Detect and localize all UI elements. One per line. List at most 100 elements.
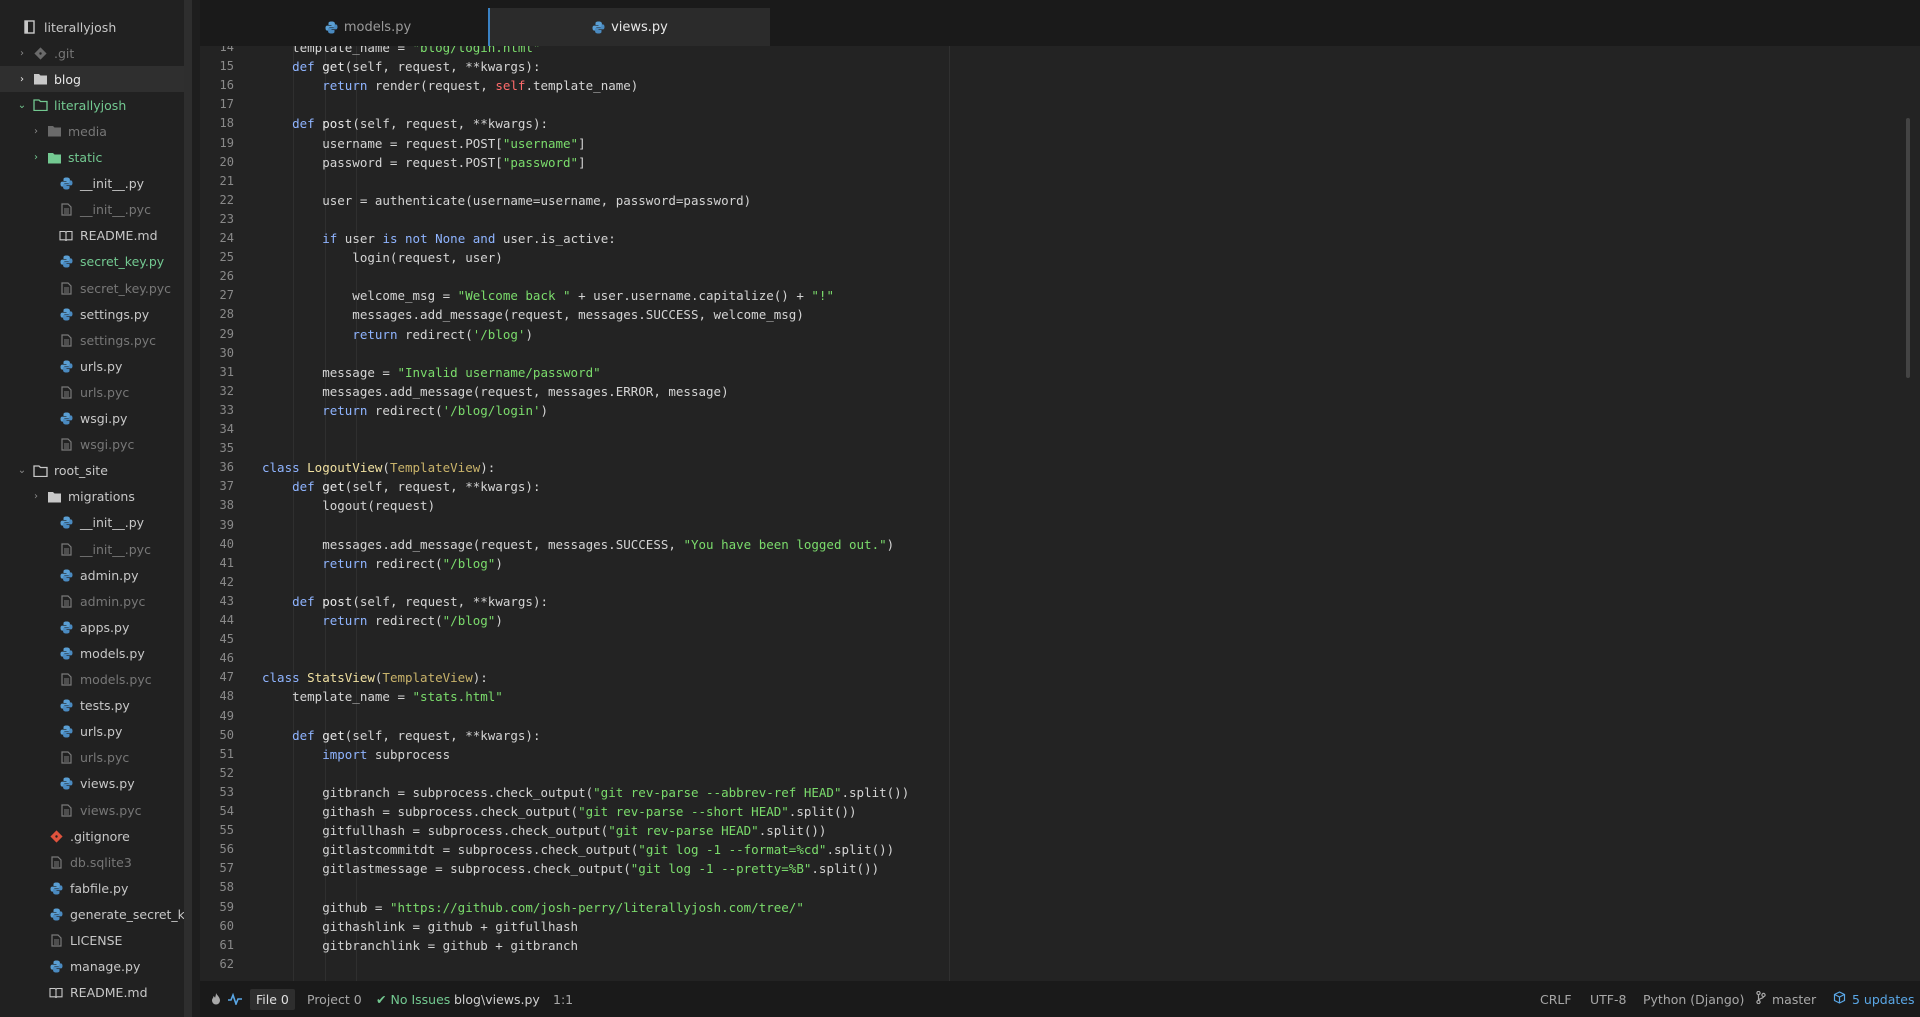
tree-item[interactable]: › .git (0, 40, 184, 66)
chevron-right-icon[interactable]: › (30, 152, 42, 163)
tree-item[interactable]: generate_secret_key.py (0, 901, 184, 927)
tree-item[interactable]: admin.py (0, 562, 184, 588)
tree-item[interactable]: secret_key.pyc (0, 275, 184, 301)
tree-item[interactable]: __init__.py (0, 171, 184, 197)
tree-item[interactable]: › blog (0, 66, 184, 93)
tree-item[interactable]: ⌄ root_site (0, 458, 184, 484)
code-token: githash = subprocess.check_output( (262, 804, 579, 819)
tab-views-py[interactable]: views.py (488, 8, 770, 46)
tree-item[interactable]: __init__.py (0, 510, 184, 536)
code-area[interactable]: template_name = "blog/login.html" def ge… (262, 46, 1862, 981)
code-line[interactable]: template_name = "stats.html" (262, 687, 503, 706)
tree-item[interactable]: › static (0, 145, 184, 171)
tree-item[interactable]: fabfile.py (0, 875, 184, 901)
tree-item[interactable]: views.py (0, 771, 184, 797)
code-line[interactable]: return redirect("/blog") (262, 611, 503, 630)
code-line[interactable]: gitbranchlink = github + gitbranch (262, 936, 578, 955)
tree-item[interactable]: urls.py (0, 719, 184, 745)
code-line[interactable]: gitlastmessage = subprocess.check_output… (262, 859, 879, 878)
tree-item[interactable]: manage.py (0, 954, 184, 980)
editor-scrollbar[interactable] (1906, 118, 1910, 378)
updates-link[interactable]: 5 updates (1833, 981, 1914, 1017)
tree-item[interactable]: __init__.pyc (0, 536, 184, 562)
tree-item[interactable]: views.pyc (0, 797, 184, 823)
code-line[interactable]: github = "https://github.com/josh-perry/… (262, 898, 804, 917)
code-line[interactable]: return redirect('/blog') (262, 325, 533, 344)
tree-item[interactable]: models.pyc (0, 667, 184, 693)
code-line[interactable]: def get(self, request, **kwargs): (262, 726, 540, 745)
tree-item[interactable]: › migrations (0, 484, 184, 510)
code-line[interactable]: def get(self, request, **kwargs): (262, 477, 540, 496)
tree-item[interactable]: urls.py (0, 353, 184, 379)
code-line[interactable]: messages.add_message(request, messages.E… (262, 382, 728, 401)
code-line[interactable]: user = authenticate(username=username, p… (262, 191, 751, 210)
no-issues-status[interactable]: ✔ No Issues (376, 981, 450, 1017)
tree-item[interactable]: admin.pyc (0, 588, 184, 614)
code-line[interactable]: if user is not None and user.is_active: (262, 229, 616, 248)
tree-item[interactable]: ⌄ literallyjosh (0, 92, 184, 118)
code-line[interactable]: import subprocess (262, 745, 450, 764)
tree-item[interactable]: apps.py (0, 614, 184, 640)
code-line[interactable]: message = "Invalid username/password" (262, 363, 600, 382)
tab-models-py[interactable]: models.py (248, 8, 488, 46)
file-issues-tab[interactable]: File 0 (250, 981, 295, 1017)
code-line[interactable]: gitfullhash = subprocess.check_output("g… (262, 821, 826, 840)
code-line[interactable]: logout(request) (262, 496, 435, 515)
cursor-position[interactable]: 1:1 (553, 981, 573, 1017)
line-ending-selector[interactable]: CRLF (1540, 981, 1572, 1017)
code-line[interactable]: def post(self, request, **kwargs): (262, 114, 548, 133)
tree-item[interactable]: urls.pyc (0, 379, 184, 405)
tree-item[interactable]: settings.pyc (0, 327, 184, 353)
tree-item[interactable]: wsgi.pyc (0, 432, 184, 458)
tree-item[interactable]: LICENSE (0, 928, 184, 954)
sidebar-scrollbar[interactable] (184, 4, 192, 1009)
code-line[interactable]: welcome_msg = "Welcome back " + user.use… (262, 286, 834, 305)
tree-item[interactable]: › media (0, 118, 184, 144)
tree-root[interactable]: literallyjosh (0, 14, 184, 40)
fire-icon[interactable] (210, 981, 222, 1017)
activity-icon[interactable] (228, 981, 242, 1017)
tree-item[interactable]: .gitignore (0, 823, 184, 849)
code-line[interactable]: def get(self, request, **kwargs): (262, 57, 540, 76)
tree-item[interactable]: db.sqlite3 (0, 849, 184, 875)
code-line[interactable]: def post(self, request, **kwargs): (262, 592, 548, 611)
code-line[interactable]: return render(request, self.template_nam… (262, 76, 638, 95)
code-line[interactable]: messages.add_message(request, messages.S… (262, 305, 804, 324)
code-line[interactable]: return redirect('/blog/login') (262, 401, 548, 420)
code-editor[interactable]: 14 15 16 17 18 19 20 21 22 23 24 25 26 27 28 29 30 31 32 33… (200, 46, 1920, 981)
code-line[interactable]: githash = subprocess.check_output("git r… (262, 802, 856, 821)
git-branch[interactable]: master (1756, 981, 1816, 1017)
code-token: return (322, 555, 375, 571)
grammar-selector[interactable]: Python (Django) (1643, 981, 1744, 1017)
chevron-right-icon[interactable]: › (16, 48, 28, 59)
code-line[interactable]: username = request.POST["username"] (262, 134, 585, 153)
code-line[interactable]: password = request.POST["password"] (262, 153, 585, 172)
chevron-right-icon[interactable]: › (30, 126, 42, 137)
file-path[interactable]: blog\views.py (454, 981, 540, 1017)
code-line[interactable]: class LogoutView(TemplateView): (262, 458, 495, 477)
tree-item[interactable]: __init__.pyc (0, 197, 184, 223)
tree-item[interactable]: README.md (0, 980, 184, 1006)
project-issues-tab[interactable]: Project 0 (307, 981, 362, 1017)
chevron-down-icon[interactable]: ⌄ (16, 465, 28, 476)
tree-item[interactable]: README.md (0, 223, 184, 249)
code-line[interactable]: class StatsView(TemplateView): (262, 668, 488, 687)
tab-bar: models.py views.py (200, 0, 1920, 46)
code-line[interactable]: return redirect("/blog") (262, 554, 503, 573)
code-line[interactable]: githashlink = github + gitfullhash (262, 917, 578, 936)
tree-item[interactable]: tests.py (0, 693, 184, 719)
tree-item[interactable]: urls.pyc (0, 745, 184, 771)
code-line[interactable]: gitlastcommitdt = subprocess.check_outpu… (262, 840, 894, 859)
tree-item[interactable]: settings.py (0, 301, 184, 327)
code-line[interactable]: messages.add_message(request, messages.S… (262, 535, 894, 554)
tree-item[interactable]: wsgi.py (0, 406, 184, 432)
code-line[interactable]: gitbranch = subprocess.check_output("git… (262, 783, 909, 802)
tree-item[interactable]: secret_key.py (0, 249, 184, 275)
encoding-selector[interactable]: UTF-8 (1590, 981, 1626, 1017)
chevron-down-icon[interactable]: ⌄ (16, 100, 28, 111)
code-line[interactable]: template_name = "blog/login.html" (262, 46, 540, 57)
chevron-right-icon[interactable]: › (30, 491, 42, 502)
tree-item[interactable]: models.py (0, 640, 184, 666)
chevron-right-icon[interactable]: › (16, 74, 28, 85)
code-line[interactable]: login(request, user) (262, 248, 503, 267)
